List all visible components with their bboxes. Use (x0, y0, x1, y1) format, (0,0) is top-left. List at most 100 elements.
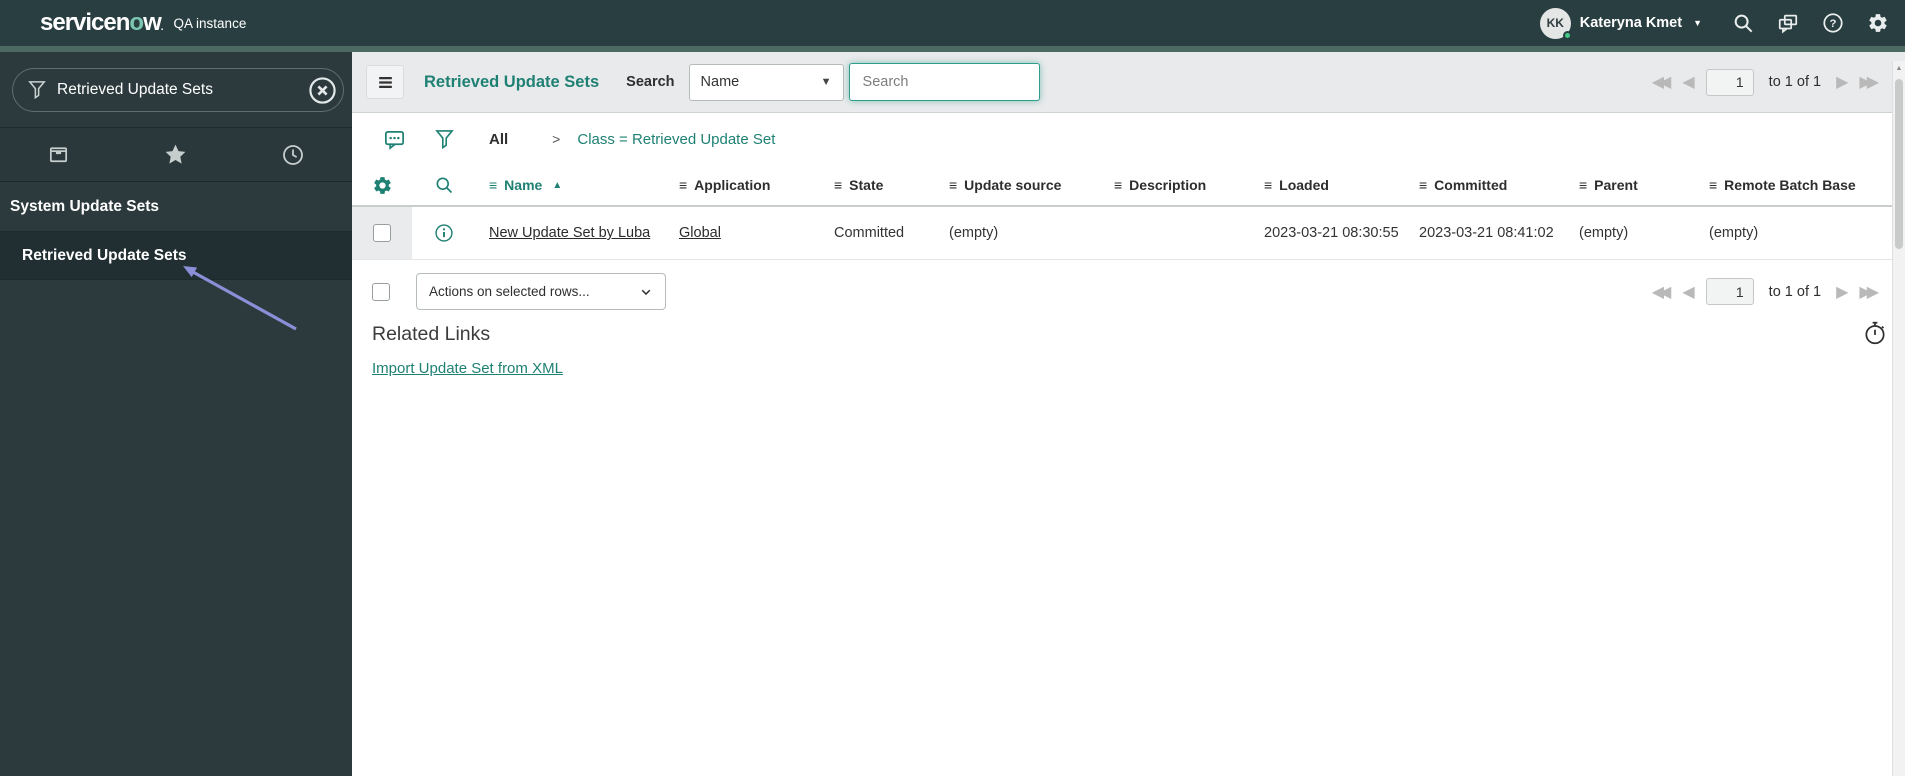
scrollbar-up-arrow[interactable]: ▲ (1893, 65, 1905, 72)
column-menu-icon[interactable]: ≡ (1579, 177, 1587, 193)
record-link-application[interactable]: Global (679, 225, 721, 241)
cell-update-source: (empty) (949, 225, 999, 241)
chevron-down-icon: ▼ (1693, 18, 1702, 28)
favorites-tab[interactable] (117, 128, 234, 181)
info-circle-icon[interactable] (412, 223, 475, 243)
history-tab[interactable] (235, 128, 352, 181)
actions-select-label: Actions on selected rows... (429, 284, 590, 299)
stopwatch-icon[interactable] (1862, 320, 1888, 346)
previous-page-button[interactable]: ◀ (1682, 282, 1694, 302)
column-menu-icon[interactable]: ≡ (834, 177, 842, 193)
actions-on-selected-rows-select[interactable]: Actions on selected rows... (416, 273, 666, 310)
column-header-update-source[interactable]: ≡ Update source (935, 177, 1100, 193)
column-label: State (849, 177, 884, 193)
cell-remote-batch-base: (empty) (1709, 225, 1759, 241)
avatar[interactable]: KK (1539, 7, 1572, 40)
funnel-icon (28, 80, 46, 100)
last-page-button[interactable]: ▶▶ (1859, 282, 1879, 302)
list-search-input[interactable] (848, 63, 1040, 101)
navigator-filter-input[interactable] (57, 81, 297, 99)
breadcrumb-separator: > (552, 131, 561, 147)
logo-dot: . (160, 22, 164, 33)
user-menu[interactable]: KK Kateryna Kmet ▼ (1539, 7, 1702, 40)
breadcrumb-filter-link[interactable]: Class = Retrieved Update Set (577, 131, 775, 148)
all-applications-tab[interactable] (0, 128, 117, 181)
column-menu-icon[interactable]: ≡ (679, 177, 687, 193)
gear-icon[interactable] (1867, 12, 1889, 34)
next-page-button[interactable]: ▶ (1836, 72, 1848, 92)
column-label: Parent (1594, 177, 1638, 193)
column-label: Name (504, 177, 543, 193)
breadcrumb-all[interactable]: All (489, 131, 508, 148)
breadcrumb: All > Class = Retrieved Update Set (352, 113, 1905, 165)
nav-section-system-update-sets[interactable]: System Update Sets (0, 182, 352, 232)
top-banner: servicenow. QA instance KK Kateryna Kmet… (0, 0, 1905, 46)
list-context-menu-button[interactable] (366, 65, 404, 99)
list-view: Retrieved Update Sets Search Name ▼ ◀◀ ◀… (352, 52, 1905, 776)
pagination-top: ◀◀ ◀ to 1 of 1 ▶ ▶▶ (1652, 68, 1879, 96)
help-icon[interactable]: ? (1822, 12, 1844, 34)
related-links-section: Related Links Import Update Set from XML (372, 323, 1905, 378)
column-menu-icon[interactable]: ≡ (1419, 177, 1427, 193)
column-header-parent[interactable]: ≡ Parent (1565, 177, 1695, 193)
search-field-select[interactable]: Name ▼ (688, 63, 844, 101)
search-field-value: Name (700, 74, 740, 90)
column-header-name[interactable]: ≡ Name ▲ (475, 177, 665, 193)
column-header-state[interactable]: ≡ State (820, 177, 935, 193)
table-header-row: ≡ Name ▲ ≡ Application ≡ State ≡ Update … (352, 165, 1905, 207)
logo-text: servicen (40, 9, 130, 36)
select-all-checkbox[interactable] (372, 282, 390, 301)
select-caret-icon: ▼ (820, 76, 832, 88)
column-menu-icon[interactable]: ≡ (1709, 177, 1717, 193)
column-menu-icon[interactable]: ≡ (949, 177, 957, 193)
column-label: Loaded (1279, 177, 1329, 193)
column-search-icon[interactable] (412, 175, 475, 195)
table-row: New Update Set by Luba Global Committed … (352, 207, 1905, 260)
navigator-filter[interactable] (12, 68, 344, 112)
avatar-initials: KK (1546, 16, 1564, 30)
row-select-gutter (352, 207, 412, 259)
logo-o-glyph: o (129, 9, 144, 36)
column-menu-icon[interactable]: ≡ (1114, 177, 1122, 193)
filter-funnel-icon[interactable] (435, 129, 454, 150)
list-title[interactable]: Retrieved Update Sets (424, 73, 599, 92)
clear-filter-icon[interactable] (308, 76, 337, 105)
servicenow-logo[interactable]: servicenow. (40, 9, 163, 37)
first-page-button[interactable]: ◀◀ (1652, 282, 1672, 302)
column-menu-icon[interactable]: ≡ (1264, 177, 1272, 193)
chat-dots-icon[interactable] (383, 128, 406, 151)
list-toolbar: Retrieved Update Sets Search Name ▼ ◀◀ ◀… (352, 52, 1905, 113)
nav-item-retrieved-update-sets[interactable]: Retrieved Update Sets (0, 232, 352, 280)
servicenow-app: servicenow. QA instance KK Kateryna Kmet… (0, 0, 1905, 776)
logo-text-end: w (143, 9, 162, 36)
column-header-committed[interactable]: ≡ Committed (1405, 177, 1565, 193)
import-update-set-from-xml-link[interactable]: Import Update Set from XML (372, 360, 563, 377)
cell-parent: (empty) (1579, 225, 1629, 241)
record-link-name[interactable]: New Update Set by Luba (489, 225, 650, 241)
last-page-button[interactable]: ▶▶ (1859, 72, 1879, 92)
column-header-remote-batch-base[interactable]: ≡ Remote Batch Base (1695, 177, 1905, 193)
column-label: Application (694, 177, 771, 193)
page-range-label: to 1 of 1 (1768, 74, 1822, 90)
page-number-input[interactable] (1705, 278, 1754, 305)
previous-page-button[interactable]: ◀ (1682, 72, 1694, 92)
column-header-application[interactable]: ≡ Application (665, 177, 820, 193)
column-header-loaded[interactable]: ≡ Loaded (1250, 177, 1405, 193)
navigator-tabs (0, 127, 352, 182)
connect-panes-icon[interactable] (1777, 12, 1799, 34)
vertical-scrollbar[interactable]: ▲ (1892, 61, 1905, 776)
row-checkbox[interactable] (373, 224, 391, 242)
presence-dot (1562, 30, 1572, 40)
svg-text:?: ? (1830, 18, 1837, 30)
page-number-input[interactable] (1705, 68, 1754, 96)
first-page-button[interactable]: ◀◀ (1652, 72, 1672, 92)
search-icon[interactable] (1732, 12, 1754, 34)
nav-item-label-text: Retrieved Update Sets (22, 246, 187, 264)
personalize-list-gear-icon[interactable] (352, 175, 412, 196)
user-name: Kateryna Kmet (1579, 15, 1683, 31)
column-header-description[interactable]: ≡ Description (1100, 177, 1250, 193)
column-label: Committed (1434, 177, 1508, 193)
next-page-button[interactable]: ▶ (1836, 282, 1848, 302)
scrollbar-thumb[interactable] (1895, 79, 1903, 249)
column-menu-icon[interactable]: ≡ (489, 177, 497, 193)
